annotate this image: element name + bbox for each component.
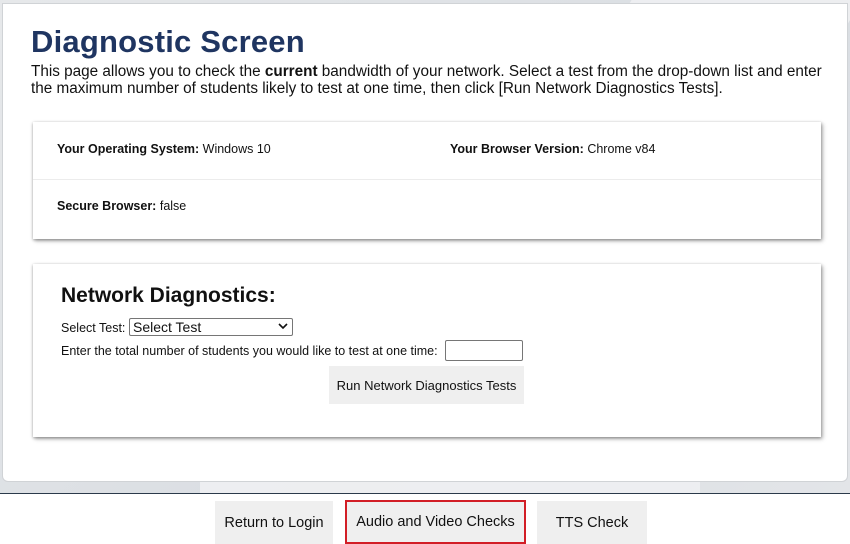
- secure-browser-value: false: [159, 199, 187, 213]
- select-test-value: Select Test: [133, 319, 202, 335]
- select-test-dropdown[interactable]: Select Test: [129, 318, 293, 336]
- page-intro: This page allows you to check the curren…: [31, 63, 831, 97]
- os-label: Your Operating System:: [57, 142, 200, 156]
- tts-check-button[interactable]: TTS Check: [537, 501, 647, 544]
- browser-value: Chrome v84: [587, 142, 656, 156]
- intro-text-1: This page allows you to check the: [31, 63, 265, 80]
- os-value: Windows 10: [202, 142, 271, 156]
- divider: [33, 179, 821, 180]
- page-title: Diagnostic Screen: [31, 24, 305, 59]
- network-diagnostics-card: Network Diagnostics: Select Test: Select…: [33, 264, 821, 437]
- network-diagnostics-title: Network Diagnostics:: [61, 284, 276, 307]
- audio-video-checks-button[interactable]: Audio and Video Checks: [345, 500, 526, 544]
- secure-browser-label: Secure Browser:: [57, 199, 157, 213]
- main-panel: Diagnostic Screen This page allows you t…: [2, 3, 848, 482]
- students-count-label: Enter the total number of students you w…: [61, 344, 438, 358]
- chevron-down-icon: [278, 320, 288, 336]
- app-window: Diagnostic Screen This page allows you t…: [0, 0, 850, 544]
- secure-browser-info: Secure Browser: false: [57, 199, 186, 213]
- browser-label: Your Browser Version:: [450, 142, 584, 156]
- select-test-label: Select Test:: [61, 321, 126, 335]
- os-info: Your Operating System: Windows 10: [57, 142, 271, 156]
- run-network-diagnostics-button[interactable]: Run Network Diagnostics Tests: [329, 366, 524, 404]
- browser-info: Your Browser Version: Chrome v84: [450, 142, 655, 156]
- system-info-card: Your Operating System: Windows 10 Your B…: [33, 122, 821, 239]
- students-count-input[interactable]: [445, 340, 523, 361]
- intro-bold-text: current: [264, 63, 318, 80]
- return-to-login-button[interactable]: Return to Login: [215, 501, 333, 544]
